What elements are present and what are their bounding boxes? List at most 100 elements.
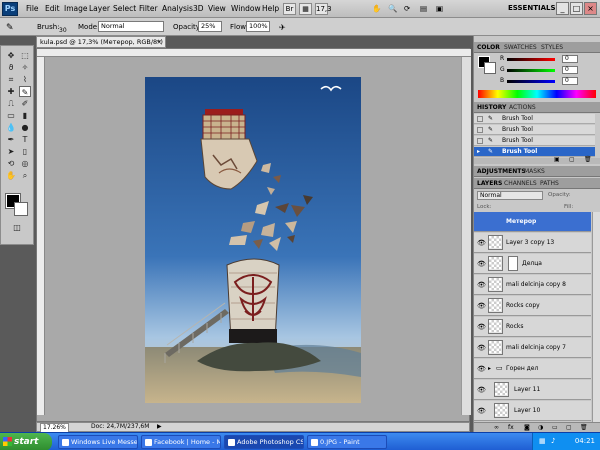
vertical-ruler[interactable] bbox=[37, 57, 45, 415]
menu-filter[interactable]: Filter bbox=[139, 4, 158, 13]
layer-row[interactable]: 👁 Rocks bbox=[474, 317, 591, 337]
bridge-button[interactable]: Br bbox=[283, 3, 296, 15]
layer-fill-label[interactable]: Fill: bbox=[564, 204, 573, 210]
layer-row[interactable]: 👁 Layer 3 copy 13 bbox=[474, 233, 591, 253]
layer-row[interactable]: 👁 Делца bbox=[474, 254, 591, 274]
photoshop-logo[interactable]: Ps bbox=[2, 2, 18, 16]
path-select-tool-icon[interactable]: ➤ bbox=[5, 146, 17, 157]
layer-row[interactable]: 👁 mali delcinja copy 8 bbox=[474, 275, 591, 295]
pen-tool-icon[interactable]: ✒ bbox=[5, 134, 17, 145]
3d-rotate-tool-icon[interactable]: ⟲ bbox=[5, 158, 17, 169]
tab-layers[interactable]: LAYERS bbox=[477, 180, 502, 187]
healing-tool-icon[interactable]: ✚ bbox=[5, 86, 17, 97]
menu-edit[interactable]: Edit bbox=[45, 4, 60, 13]
eye-icon[interactable]: 👁 bbox=[477, 365, 486, 373]
eye-icon[interactable]: 👁 bbox=[477, 239, 486, 247]
marquee-tool-icon[interactable]: ⬚ bbox=[19, 50, 31, 61]
eyedropper-tool-icon[interactable]: ⌇ bbox=[19, 74, 31, 85]
menu-file[interactable]: File bbox=[26, 4, 39, 13]
brush-size[interactable]: 30 bbox=[59, 27, 67, 34]
history-item[interactable]: ✎ Brush Tool bbox=[474, 125, 595, 135]
layer-group-row[interactable]: 👁 ▸ ▭ Горен дел bbox=[474, 359, 591, 379]
maximize-button[interactable]: □ bbox=[570, 2, 583, 15]
adjustment-layer-icon[interactable]: ◑ bbox=[538, 424, 543, 431]
green-channel-value[interactable]: 0 bbox=[562, 66, 578, 74]
layer-row-selected[interactable]: Метероp bbox=[474, 212, 591, 232]
horizontal-ruler[interactable] bbox=[37, 49, 471, 57]
brush-tool-icon[interactable]: ✎ bbox=[19, 86, 31, 97]
tab-actions[interactable]: ACTIONS bbox=[509, 104, 536, 111]
close-document-icon[interactable]: × bbox=[157, 37, 162, 47]
zoom-icon[interactable]: 🔍 bbox=[388, 4, 397, 13]
eye-icon[interactable]: 👁 bbox=[477, 344, 486, 352]
3d-orbit-tool-icon[interactable]: ◎ bbox=[19, 158, 31, 169]
menu-window[interactable]: Window bbox=[231, 4, 261, 13]
canvas[interactable] bbox=[145, 77, 361, 403]
tab-styles[interactable]: STYLES bbox=[541, 44, 563, 51]
tab-color[interactable]: COLOR bbox=[477, 44, 500, 51]
layers-scrollbar[interactable] bbox=[592, 212, 600, 422]
tab-paths[interactable]: PATHS bbox=[540, 180, 559, 187]
history-brush-tool-icon[interactable]: ✐ bbox=[19, 98, 31, 109]
eraser-tool-icon[interactable]: ▭ bbox=[5, 110, 17, 121]
move-tool-icon[interactable]: ✥ bbox=[5, 50, 17, 61]
hand-icon[interactable]: ✋ bbox=[372, 4, 381, 13]
dodge-tool-icon[interactable]: ● bbox=[19, 122, 31, 133]
shape-tool-icon[interactable]: ▯ bbox=[19, 146, 31, 157]
arrange-documents-icon[interactable]: ▤ bbox=[420, 4, 427, 13]
vertical-scrollbar[interactable] bbox=[461, 57, 471, 415]
opacity-field[interactable]: 25% bbox=[198, 21, 222, 32]
layer-style-icon[interactable]: fx bbox=[508, 424, 514, 431]
eye-icon[interactable]: 👁 bbox=[477, 407, 486, 415]
menu-view[interactable]: View bbox=[208, 4, 226, 13]
zoom-tool-icon[interactable]: ⌕ bbox=[19, 170, 31, 181]
tab-channels[interactable]: CHANNELS bbox=[504, 180, 537, 187]
zoom-level-field[interactable]: 17,3 bbox=[315, 3, 332, 15]
blend-mode-select[interactable]: Normal bbox=[477, 191, 543, 200]
tab-masks[interactable]: MASKS bbox=[524, 168, 545, 175]
add-mask-icon[interactable]: ◙ bbox=[524, 424, 530, 431]
document-tab[interactable]: kula.psd @ 17,3% (Метероp, RGB/8*) * × bbox=[36, 36, 166, 56]
clock[interactable]: 04:21 bbox=[575, 437, 595, 445]
screen-mode-icon[interactable]: ▣ bbox=[436, 4, 443, 13]
airbrush-icon[interactable]: ✈ bbox=[279, 23, 286, 32]
start-button[interactable]: start bbox=[0, 433, 52, 450]
menu-select[interactable]: Select bbox=[113, 4, 136, 13]
delete-state-icon[interactable]: 🗑 bbox=[584, 156, 592, 163]
red-channel-value[interactable]: 0 bbox=[562, 55, 578, 63]
crop-tool-icon[interactable]: ⌗ bbox=[5, 74, 17, 85]
menu-help[interactable]: Help bbox=[262, 4, 279, 13]
rotate-view-icon[interactable]: ⟳ bbox=[404, 4, 410, 13]
lasso-tool-icon[interactable]: ϑ bbox=[5, 62, 17, 73]
new-snapshot-icon[interactable]: ▣ bbox=[554, 156, 560, 163]
network-icon[interactable]: ▦ bbox=[539, 437, 546, 445]
gradient-tool-icon[interactable]: ▮ bbox=[19, 110, 31, 121]
layer-row[interactable]: 👁 mali delcinja copy 7 bbox=[474, 338, 591, 358]
link-layers-icon[interactable]: ∞ bbox=[494, 424, 499, 431]
hand-tool-icon[interactable]: ✋ bbox=[5, 170, 17, 181]
close-button[interactable]: × bbox=[584, 2, 597, 15]
workspace-switcher[interactable]: ESSENTIALS bbox=[508, 4, 556, 12]
new-group-icon[interactable]: ▭ bbox=[552, 424, 558, 431]
menu-analysis[interactable]: Analysis bbox=[162, 4, 193, 13]
menu-3d[interactable]: 3D bbox=[193, 4, 204, 13]
history-item[interactable]: ✎ Brush Tool bbox=[474, 136, 595, 146]
layer-opacity-label[interactable]: Opacity: bbox=[548, 192, 571, 198]
layer-mask-thumbnail[interactable] bbox=[508, 256, 518, 271]
layer-row[interactable]: 👁 Layer 10 bbox=[474, 401, 591, 421]
taskbar-item-messenger[interactable]: Windows Live Messen... bbox=[58, 435, 138, 449]
flow-field[interactable]: 100% bbox=[246, 21, 270, 32]
type-tool-icon[interactable]: T bbox=[19, 134, 31, 145]
brush-tool-preset-icon[interactable]: ✎ bbox=[6, 23, 14, 33]
volume-icon[interactable]: ♪ bbox=[551, 437, 555, 445]
blue-channel-value[interactable]: 0 bbox=[562, 77, 578, 85]
taskbar-item-facebook[interactable]: Facebook | Home - M... bbox=[141, 435, 221, 449]
new-document-from-state-icon[interactable]: ▢ bbox=[569, 156, 575, 163]
history-item-current[interactable]: ▸ ✎ Brush Tool bbox=[474, 147, 595, 157]
mode-select[interactable]: Normal bbox=[98, 21, 164, 32]
menu-layer[interactable]: Layer bbox=[89, 4, 110, 13]
layer-row[interactable]: 👁 Rocks copy bbox=[474, 296, 591, 316]
background-color-swatch[interactable] bbox=[14, 202, 28, 216]
delete-layer-icon[interactable]: 🗑 bbox=[580, 424, 588, 431]
tab-swatches[interactable]: SWATCHES bbox=[504, 44, 537, 51]
